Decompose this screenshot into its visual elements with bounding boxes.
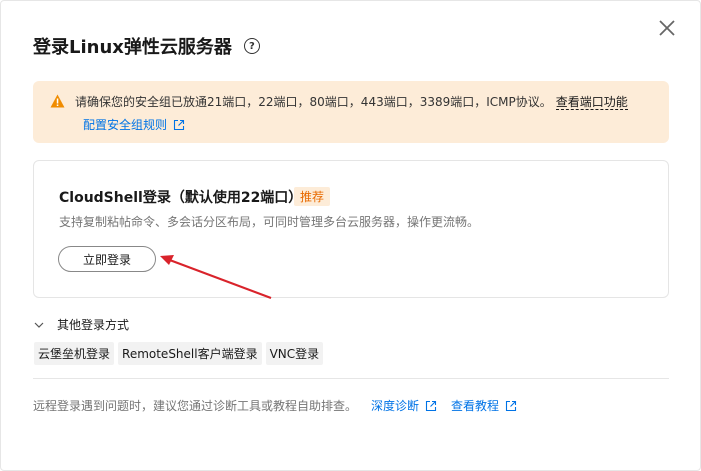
- external-link-icon: [173, 119, 185, 130]
- configure-rules-label: 配置安全组规则: [83, 118, 168, 132]
- close-icon[interactable]: [654, 15, 680, 41]
- cloudshell-description: 支持复制粘帖命令、多会话分区布局，可同时管理多台云服务器，操作更流畅。: [59, 215, 480, 229]
- alert-message-text: 请确保您的安全组已放通21端口，22端口，80端口，443端口，3389端口，I…: [75, 95, 552, 109]
- deep-diagnosis-label: 深度诊断: [371, 399, 420, 413]
- deep-diagnosis-link[interactable]: 深度诊断: [371, 397, 437, 414]
- view-ports-link[interactable]: 查看端口功能: [555, 95, 628, 110]
- remoteshell-login-option[interactable]: RemoteShell客户端登录: [118, 342, 262, 365]
- dialog-title: 登录Linux弹性云服务器 ?: [33, 33, 260, 59]
- security-group-alert: 请确保您的安全组已放通21端口，22端口，80端口，443端口，3389端口，I…: [33, 81, 669, 143]
- view-tutorial-label: 查看教程: [451, 399, 500, 413]
- footer: 远程登录遇到问题时，建议您通过诊断工具或教程自助排查。 深度诊断 查看教程: [33, 397, 517, 414]
- divider: [33, 378, 669, 379]
- dialog-title-text: 登录Linux弹性云服务器: [33, 37, 232, 58]
- warning-icon: [50, 94, 65, 108]
- other-login-methods-list: 云堡垒机登录 RemoteShell客户端登录 VNC登录: [34, 342, 324, 365]
- external-link-icon: [505, 400, 517, 411]
- annotation-arrow-icon: [160, 255, 272, 300]
- chevron-down-icon: [34, 322, 44, 328]
- alert-message: 请确保您的安全组已放通21端口，22端口，80端口，443端口，3389端口，I…: [75, 93, 628, 110]
- help-icon[interactable]: ?: [243, 38, 260, 54]
- configure-rules-link[interactable]: 配置安全组规则: [83, 116, 185, 133]
- footer-text: 远程登录遇到问题时，建议您通过诊断工具或教程自助排查。: [33, 399, 358, 413]
- external-link-icon: [425, 400, 437, 411]
- cloudshell-card: CloudShell登录（默认使用22端口） 推荐 支持复制粘帖命令、多会话分区…: [33, 160, 669, 298]
- view-tutorial-link[interactable]: 查看教程: [451, 397, 517, 414]
- vnc-login-option[interactable]: VNC登录: [265, 342, 324, 365]
- login-now-button[interactable]: 立即登录: [58, 246, 156, 272]
- recommended-badge: 推荐: [294, 187, 331, 206]
- other-login-methods-label: 其他登录方式: [57, 318, 130, 332]
- login-dialog: 登录Linux弹性云服务器 ? 请确保您的安全组已放通21端口，22端口，80端…: [0, 0, 701, 471]
- cloudshell-title: CloudShell登录（默认使用22端口）: [59, 190, 303, 206]
- bastion-login-option[interactable]: 云堡垒机登录: [34, 342, 115, 365]
- other-login-methods-toggle[interactable]: 其他登录方式: [33, 316, 129, 333]
